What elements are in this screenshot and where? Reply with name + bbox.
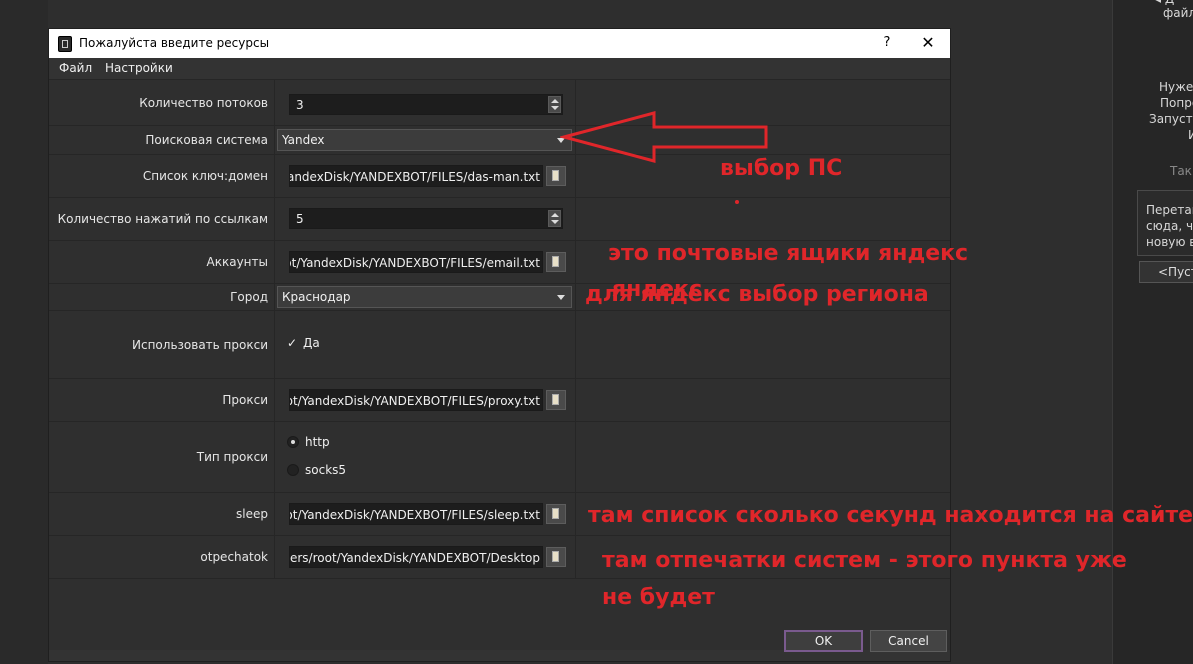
background-left-strip [0,0,48,664]
bg-text-tak: Так [1170,164,1192,178]
sleep-browse-icon[interactable] [546,504,566,524]
bg-text-try: Попро [1160,96,1193,110]
keyword-list-input[interactable]: YandexDisk/YANDEXBOT/FILES/das-man.txt [289,165,543,187]
annotation-fingerprint-line2: не будет [602,585,715,610]
help-button[interactable]: ? [877,33,897,53]
annotation-search-choice: выбор ПС [720,156,843,181]
spin-arrows-icon[interactable] [548,210,561,227]
annotation-mailboxes: это почтовые ящики яндекс [608,241,969,266]
otpechatok-value: Jsers/root/YandexDisk/YANDEXBOT/Desktop [289,551,540,565]
keyword-list-value: YandexDisk/YANDEXBOT/FILES/das-man.txt [289,170,540,184]
bg-text-run: Запусти [1149,112,1193,126]
use-proxy-label: Использовать прокси [49,311,275,378]
proxy-input[interactable]: oot/YandexDisk/YANDEXBOT/FILES/proxy.txt [289,389,543,411]
dialog-titlebar[interactable]: Пожалуйста введите ресурсы ? ✕ [49,29,950,58]
keyword-list-label: Список ключ:домен [49,155,275,197]
proxy-label: Прокси [49,379,275,421]
bg-empty-button[interactable]: <Пуст [1139,261,1193,283]
bg-text-file: файл [1163,6,1193,20]
threads-value: 3 [296,98,304,112]
proxy-browse-icon[interactable] [546,390,566,410]
radio-socks5-label[interactable]: socks5 [305,463,346,477]
annotation-fingerprint-line1: там отпечатки систем - этого пункта уже [602,548,1127,573]
cancel-button[interactable]: Cancel [870,630,947,652]
threads-spinbox[interactable]: 3 [289,94,563,115]
annotation-region: для яндекс выбор региона [585,282,929,307]
city-label: Город [49,284,275,310]
annotation-dot [735,200,739,204]
accounts-label: Аккаунты [49,241,275,283]
radio-socks5[interactable] [287,464,299,476]
radio-http[interactable] [287,436,299,448]
row-threads: Количество потоков 3 [49,80,950,126]
menu-file[interactable]: Файл [59,61,92,75]
search-engine-label: Поисковая система [49,126,275,154]
ok-button[interactable]: OK [784,630,863,652]
sleep-label: sleep [49,493,275,535]
radio-http-label[interactable]: http [305,435,330,449]
use-proxy-option[interactable]: Да [303,336,320,350]
row-use-proxy: Использовать прокси ✓ Да [49,311,950,379]
proxy-value: oot/YandexDisk/YANDEXBOT/FILES/proxy.txt [289,394,540,408]
otpechatok-browse-icon[interactable] [546,547,566,567]
bg-text-need: Нужен [1159,80,1193,94]
city-value: Краснодар [282,290,351,304]
clicks-label: Количество нажатий по ссылкам [49,198,275,240]
bg-empty-button-label: <Пуст [1158,265,1193,279]
bg-drop-zone[interactable]: Перетащ сюда, ч новую в [1137,190,1193,256]
row-search-engine: Поисковая система Yandex [49,126,950,155]
bg-text-i: И [1188,128,1193,142]
clicks-value: 5 [296,212,304,226]
row-proxy-type: Тип прокси http socks5 [49,422,950,493]
close-icon[interactable]: ✕ [917,33,939,53]
menubar: Файл Настройки [49,58,950,79]
bg-drop-line-2: сюда, ч [1146,219,1193,233]
row-clicks: Количество нажатий по ссылкам 5 [49,198,950,241]
bg-drop-line-3: новую в [1146,235,1193,249]
otpechatok-label: otpechatok [49,536,275,578]
bg-drop-line-1: Перетащ [1146,203,1193,217]
proxy-type-label: Тип прокси [49,422,275,492]
sleep-input[interactable]: oot/YandexDisk/YANDEXBOT/FILES/sleep.txt [289,503,543,525]
checkmark-icon[interactable]: ✓ [287,336,301,350]
accounts-input[interactable]: oot/YandexDisk/YANDEXBOT/FILES/email.txt [289,251,543,273]
dialog-title: Пожалуйста введите ресурсы [79,36,270,50]
chevron-down-icon [557,295,565,300]
city-combo[interactable]: Краснодар [277,286,572,308]
sleep-value: oot/YandexDisk/YANDEXBOT/FILES/sleep.txt [289,508,540,522]
app-icon [58,36,72,52]
annotation-sleep-note: там список сколько секунд находится на с… [588,503,1193,528]
accounts-browse-icon[interactable] [546,252,566,272]
menu-settings[interactable]: Настройки [105,61,173,75]
clicks-spinbox[interactable]: 5 [289,208,563,229]
row-proxy: Прокси oot/YandexDisk/YANDEXBOT/FILES/pr… [49,379,950,422]
search-engine-combo[interactable]: Yandex [277,129,572,151]
search-engine-value: Yandex [282,133,325,147]
accounts-value: oot/YandexDisk/YANDEXBOT/FILES/email.txt [289,256,540,270]
otpechatok-input[interactable]: Jsers/root/YandexDisk/YANDEXBOT/Desktop [289,546,543,568]
threads-label: Количество потоков [49,80,275,125]
